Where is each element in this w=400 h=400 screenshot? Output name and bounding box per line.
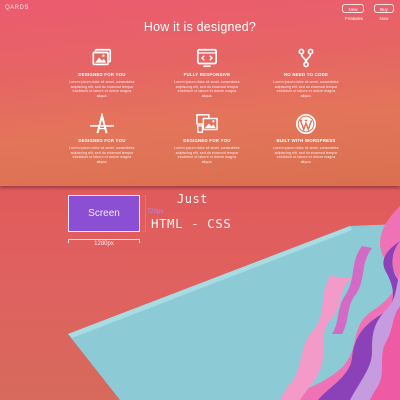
- width-dimension-label: 1280px: [94, 241, 114, 247]
- brand-logo[interactable]: QARDS: [5, 5, 29, 11]
- tagline-line-2: HTML - CSS: [151, 216, 232, 231]
- branch-icon: [298, 48, 314, 68]
- feature-card-1: DESIGNED FOR YOU Lorem ipsum dolor sit a…: [64, 47, 140, 98]
- feature-card-2: FULLY RESPONSIVE Lorem ipsum dolor sit a…: [169, 47, 245, 98]
- feature-description: Lorem ipsum dolor sit amet, consectetur …: [174, 146, 240, 164]
- feature-title: DESIGNED FOR YOU: [183, 138, 231, 143]
- feature-description: Lorem ipsum dolor sit amet, consectetur …: [69, 146, 135, 164]
- feature-title: DESIGNED FOR YOU: [78, 138, 126, 143]
- feature-description: Lorem ipsum dolor sit amet, consectetur …: [273, 80, 339, 98]
- feature-card-4: DESIGNED FOR YOU Lorem ipsum dolor sit a…: [64, 113, 140, 164]
- code-window-icon: [197, 48, 217, 68]
- tagline-line-1: Just: [177, 192, 208, 206]
- feature-title: BUILT WITH WORDPRESS: [276, 138, 336, 143]
- height-dimension-label: 720px: [147, 209, 164, 215]
- feature-card-6: BUILT WITH WORDPRESS Lorem ipsum dolor s…: [268, 113, 344, 164]
- section-title: How it is designed?: [143, 20, 257, 34]
- feature-description: Lorem ipsum dolor sit amet, consectetur …: [273, 146, 339, 164]
- feature-title: DESIGNED FOR YOU: [78, 72, 126, 77]
- wordpress-icon: [296, 114, 316, 134]
- feature-title: FULLY RESPONSIVE: [183, 72, 231, 77]
- feature-description: Lorem ipsum dolor sit amet, consectetur …: [69, 80, 135, 98]
- letter-a-logo-icon: [90, 113, 114, 134]
- new-features-button[interactable]: New Features: [342, 4, 364, 21]
- features-section: QARDS New Features Buy Now How it is des…: [0, 0, 400, 186]
- height-dimension-bracket: [143, 195, 146, 232]
- images-icon: [92, 48, 112, 66]
- feature-title: NO NEED TO CODE: [283, 72, 329, 77]
- screen-mockup: Screen: [68, 195, 140, 232]
- feature-card-5: DESIGNED FOR YOU Lorem ipsum dolor sit a…: [169, 113, 245, 164]
- feature-description: Lorem ipsum dolor sit amet, consectetur …: [174, 80, 240, 98]
- feature-card-3: NO NEED TO CODE Lorem ipsum dolor sit am…: [268, 47, 344, 98]
- photos-icon: [196, 114, 218, 133]
- buy-now-button[interactable]: Buy Now: [374, 4, 394, 21]
